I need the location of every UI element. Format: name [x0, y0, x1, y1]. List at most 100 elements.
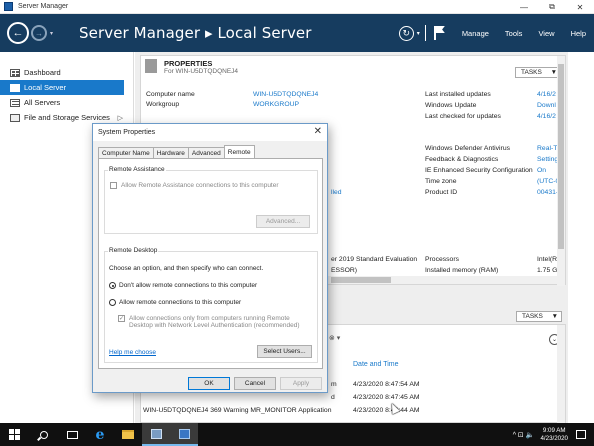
- history-dropdown-icon[interactable]: ▾: [50, 30, 53, 37]
- time-zone-label: Time zone: [425, 178, 457, 185]
- notifications-flag-icon[interactable]: [433, 26, 446, 40]
- last-checked-updates-link[interactable]: 4/16/2: [537, 113, 556, 120]
- workgroup-link[interactable]: WORKGROUP: [253, 101, 299, 108]
- file-explorer-button[interactable]: [114, 423, 142, 446]
- dont-allow-remote-radio[interactable]: Don't allow remote connections to this c…: [109, 282, 257, 289]
- remote-desktop-group: Remote Desktop Choose an option, and the…: [104, 247, 318, 363]
- partial-enabled-link[interactable]: lled: [331, 189, 342, 196]
- computer-name-link[interactable]: WIN-U5DTQDQNEJ4: [253, 91, 318, 98]
- start-button[interactable]: [0, 423, 28, 446]
- tasks-label: TASKS: [522, 313, 543, 320]
- close-icon[interactable]: ✕: [314, 126, 322, 137]
- system-properties-taskbar-button[interactable]: [170, 423, 198, 446]
- tab-remote[interactable]: Remote: [223, 145, 255, 158]
- sidebar-item-all-servers[interactable]: All Servers: [0, 95, 133, 110]
- event-row-details[interactable]: WIN-U5DTQDQNEJ4 369 Warning MR_MONITOR A…: [143, 407, 331, 414]
- search-button[interactable]: [30, 423, 58, 446]
- time-zone-link[interactable]: (UTC-0: [537, 178, 559, 185]
- event-row-partial[interactable]: d: [331, 394, 335, 401]
- last-installed-updates-link[interactable]: 4/16/2: [537, 91, 556, 98]
- events-tasks-button[interactable]: TASKS ▼: [516, 311, 562, 322]
- server-properties-icon: [145, 59, 157, 73]
- clock[interactable]: 9:09 AM 4/23/2020: [540, 427, 568, 443]
- taskbar: e ^ ⊡ 🔈 9:09 AM 4/23/2020: [0, 423, 594, 446]
- properties-header: PROPERTIES For WIN-U5DTQDQNEJ4: [145, 59, 238, 75]
- defender-link[interactable]: Real-Ti: [537, 145, 559, 152]
- date-time-column-header[interactable]: Date and Time: [353, 361, 399, 368]
- storage-icon: [10, 113, 20, 122]
- task-view-icon: [66, 430, 78, 439]
- defender-label: Windows Defender Antivirus: [425, 145, 510, 152]
- cancel-button[interactable]: Cancel: [234, 377, 276, 390]
- task-view-button[interactable]: [58, 423, 86, 446]
- window-title: Server Manager: [18, 3, 69, 10]
- menu-manage[interactable]: Manage: [462, 29, 489, 38]
- system-properties-icon: [178, 428, 190, 439]
- system-tray: ^ ⊡ 🔈 9:09 AM 4/23/2020: [513, 423, 594, 446]
- clock-time: 9:09 AM: [542, 426, 566, 434]
- sidebar-item-label: All Servers: [24, 98, 61, 107]
- filter-options-icon[interactable]: ⊗ ▾: [329, 334, 340, 342]
- menu-view[interactable]: View: [538, 29, 554, 38]
- header-bar: ← → ▾ Server Manager ▸ Local Server ↻ ▾ …: [0, 14, 594, 52]
- tab-hardware[interactable]: Hardware: [152, 147, 189, 158]
- allow-remote-radio[interactable]: Allow remote connections to this compute…: [109, 299, 241, 306]
- properties-title: PROPERTIES: [164, 59, 213, 68]
- checkbox-label: Allow Remote Assistance connections to t…: [121, 182, 279, 189]
- radio-unselected-icon: [109, 299, 116, 306]
- event-row-date[interactable]: 4/23/2020 8:47:45 AM: [353, 394, 420, 401]
- tab-computer-name[interactable]: Computer Name: [98, 147, 154, 158]
- sidebar-item-dashboard[interactable]: Dashboard: [0, 65, 133, 80]
- refresh-icon[interactable]: ↻: [398, 25, 414, 41]
- properties-vertical-scrollbar[interactable]: [557, 56, 565, 286]
- allow-remote-assistance-checkbox[interactable]: Allow Remote Assistance connections to t…: [110, 182, 279, 189]
- search-icon: [40, 430, 48, 439]
- menu-tools[interactable]: Tools: [505, 29, 523, 38]
- servers-icon: [10, 98, 20, 107]
- server-manager-taskbar-button[interactable]: [142, 423, 170, 446]
- product-id-link[interactable]: 00431-: [537, 189, 558, 196]
- remote-desktop-prompt: Choose an option, and then specify who c…: [109, 265, 264, 272]
- nla-checkbox[interactable]: ✓ Allow connections only from computers …: [118, 315, 300, 329]
- chevron-right-icon[interactable]: ▷: [118, 114, 123, 122]
- main-scrollbar-area: [568, 52, 594, 423]
- event-row-date[interactable]: 4/23/2020 8:46:44 AM: [353, 407, 420, 414]
- remote-tab-panel: Remote Assistance Allow Remote Assistanc…: [98, 158, 323, 369]
- checkbox-box: [110, 182, 117, 189]
- windows-update-link[interactable]: Downl: [537, 102, 556, 109]
- breadcrumb: Server Manager ▸ Local Server: [79, 24, 312, 42]
- processors-value: Intel(R: [537, 256, 558, 263]
- properties-tasks-button[interactable]: TASKS ▼: [515, 67, 561, 78]
- events-scrollbar[interactable]: [557, 325, 565, 424]
- minimize-button[interactable]: —: [510, 0, 538, 14]
- select-users-button[interactable]: Select Users...: [257, 345, 312, 358]
- server-manager-icon: [150, 428, 162, 439]
- clock-date: 4/23/2020: [540, 434, 568, 442]
- refresh-dropdown-icon[interactable]: ▾: [417, 30, 420, 37]
- close-window-button[interactable]: ✕: [566, 0, 594, 14]
- event-row-partial[interactable]: m: [331, 381, 337, 388]
- apply-button[interactable]: Apply: [280, 377, 322, 390]
- check-icon: ✓: [118, 315, 125, 322]
- radio-label: Allow remote connections to this compute…: [119, 299, 242, 306]
- server-icon: [10, 83, 20, 92]
- forward-button[interactable]: →: [31, 25, 47, 41]
- remote-assistance-group: Remote Assistance Allow Remote Assistanc…: [104, 166, 318, 234]
- event-row-date[interactable]: 4/23/2020 8:47:54 AM: [353, 381, 420, 388]
- tab-advanced[interactable]: Advanced: [187, 147, 225, 158]
- feedback-link[interactable]: Setting: [537, 156, 558, 163]
- advanced-button[interactable]: Advanced...: [256, 215, 310, 228]
- menu-help[interactable]: Help: [571, 29, 586, 38]
- os-version-value: er 2019 Standard Evaluation: [331, 256, 418, 263]
- ie-esc-link[interactable]: On: [537, 167, 546, 174]
- internet-explorer-button[interactable]: e: [86, 423, 114, 446]
- sidebar-item-local-server[interactable]: Local Server: [0, 80, 124, 95]
- ok-button[interactable]: OK: [188, 377, 230, 390]
- notification-center-icon[interactable]: [576, 430, 586, 439]
- maximize-button[interactable]: ⧉: [538, 0, 566, 14]
- help-me-choose-link[interactable]: Help me choose: [109, 349, 156, 356]
- back-button[interactable]: ←: [7, 22, 29, 44]
- sidebar-item-label: File and Storage Services: [24, 113, 110, 122]
- tray-icons[interactable]: ^ ⊡ 🔈: [513, 431, 535, 439]
- feedback-label: Feedback & Diagnostics: [425, 156, 499, 163]
